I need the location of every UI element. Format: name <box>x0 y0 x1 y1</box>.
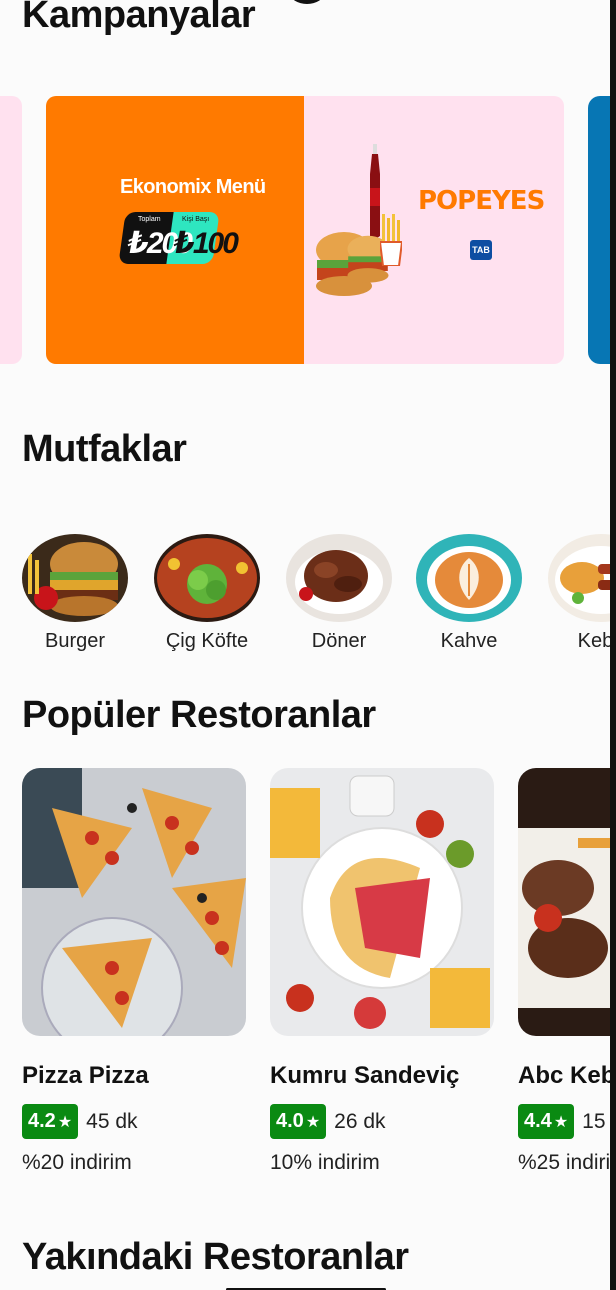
star-icon: ★ <box>57 1113 73 1131</box>
coffee-photo-icon <box>416 534 522 622</box>
cuisine-label: Burger <box>44 630 106 652</box>
delivery-time: 26 dk <box>334 1109 386 1133</box>
rating-value: 4.2 <box>28 1110 56 1132</box>
popular-restaurants-title: Popüler Restoranlar <box>22 694 376 736</box>
cig-kofte-photo-icon <box>154 534 260 622</box>
cuisine-item-burger[interactable]: Burger <box>20 534 130 653</box>
banner-product-panel: POPEYES TAB <box>304 96 564 364</box>
rating-value: 4.0 <box>276 1110 304 1132</box>
cuisines-title: Mutfaklar <box>22 428 187 470</box>
popular-restaurants-carousel[interactable]: Pizza Pizza 4.2 ★ 45 dk %20 indirim Kumr… <box>0 760 610 1190</box>
rating-value: 4.4 <box>524 1110 552 1132</box>
delivery-time: 45 dk <box>86 1109 138 1133</box>
rating-badge: 4.0 ★ <box>270 1104 327 1139</box>
rating-badge: 4.2 ★ <box>22 1104 79 1139</box>
restaurant-name: Abc Kebap <box>518 1062 610 1089</box>
tab-badge: TAB <box>470 240 492 260</box>
price-box: Toplam Kişi Başı ₺200 ₺100 <box>118 212 239 264</box>
screen-edge <box>610 0 616 1290</box>
doner-photo-icon <box>286 534 392 622</box>
restaurant-meta: 4.0 ★ 26 dk <box>270 1104 494 1139</box>
nearby-restaurants-title: Yakındaki Restoranlar <box>22 1236 409 1278</box>
sandwich-photo-icon <box>270 768 494 1036</box>
campaigns-title: Kampanyalar <box>22 0 256 36</box>
restaurant-card[interactable]: Pizza Pizza 4.2 ★ 45 dk %20 indirim <box>22 768 246 1175</box>
kebab-photo-icon <box>548 534 610 622</box>
cuisine-item-kebap[interactable]: Keba <box>546 534 610 653</box>
cuisine-carousel[interactable]: Burger Çig Köfte Döner Kahve Keb <box>0 520 610 670</box>
cuisine-label: Döner <box>311 630 367 652</box>
cuisine-label: Kahve <box>440 630 498 652</box>
discount-text: %20 indirim <box>22 1151 132 1174</box>
restaurant-name: Pizza Pizza <box>22 1062 149 1089</box>
cuisine-label: Keba <box>577 630 610 652</box>
restaurant-card[interactable]: Kumru Sandeviç 4.0 ★ 26 dk 10% indirim <box>270 768 494 1175</box>
campaign-card-previous[interactable] <box>0 96 22 364</box>
burger-photo-icon <box>22 534 128 622</box>
discount-text: 10% indirim <box>270 1151 380 1174</box>
per-person-value: ₺100 <box>174 227 239 260</box>
per-person-label: Kişi Başı <box>182 216 210 223</box>
cuisine-item-kahve[interactable]: Kahve <box>414 534 524 653</box>
campaign-banner[interactable]: Ekonomix Menü Toplam Kişi Başı ₺200 ₺100 <box>46 96 564 364</box>
star-icon: ★ <box>305 1113 321 1131</box>
banner-promo-panel: Ekonomix Menü Toplam Kişi Başı ₺200 ₺100 <box>46 96 304 364</box>
cuisine-label: Çig Köfte <box>165 630 249 652</box>
cuisine-item-cig-kofte[interactable]: Çig Köfte <box>152 534 262 653</box>
brand-logo: POPEYES <box>418 186 545 216</box>
total-label: Toplam <box>138 216 161 223</box>
restaurant-meta: 4.4 ★ 15 dk <box>518 1104 610 1139</box>
restaurant-name: Kumru Sandeviç <box>270 1062 460 1089</box>
pizza-photo-icon <box>22 768 246 1036</box>
rating-badge: 4.4 ★ <box>518 1104 575 1139</box>
promo-title: Ekonomix Menü <box>120 176 266 198</box>
kebab-photo-icon <box>518 768 610 1036</box>
cuisine-item-doner[interactable]: Döner <box>284 534 394 653</box>
delivery-time: 15 dk <box>582 1109 610 1133</box>
restaurant-meta: 4.2 ★ 45 dk <box>22 1104 246 1139</box>
fries-icon <box>380 214 402 266</box>
camera-cutout <box>290 0 324 4</box>
star-icon: ★ <box>553 1113 569 1131</box>
discount-text: %25 indirim <box>518 1151 610 1174</box>
restaurant-card[interactable]: Abc Kebap 4.4 ★ 15 dk %25 indirim <box>518 768 610 1175</box>
